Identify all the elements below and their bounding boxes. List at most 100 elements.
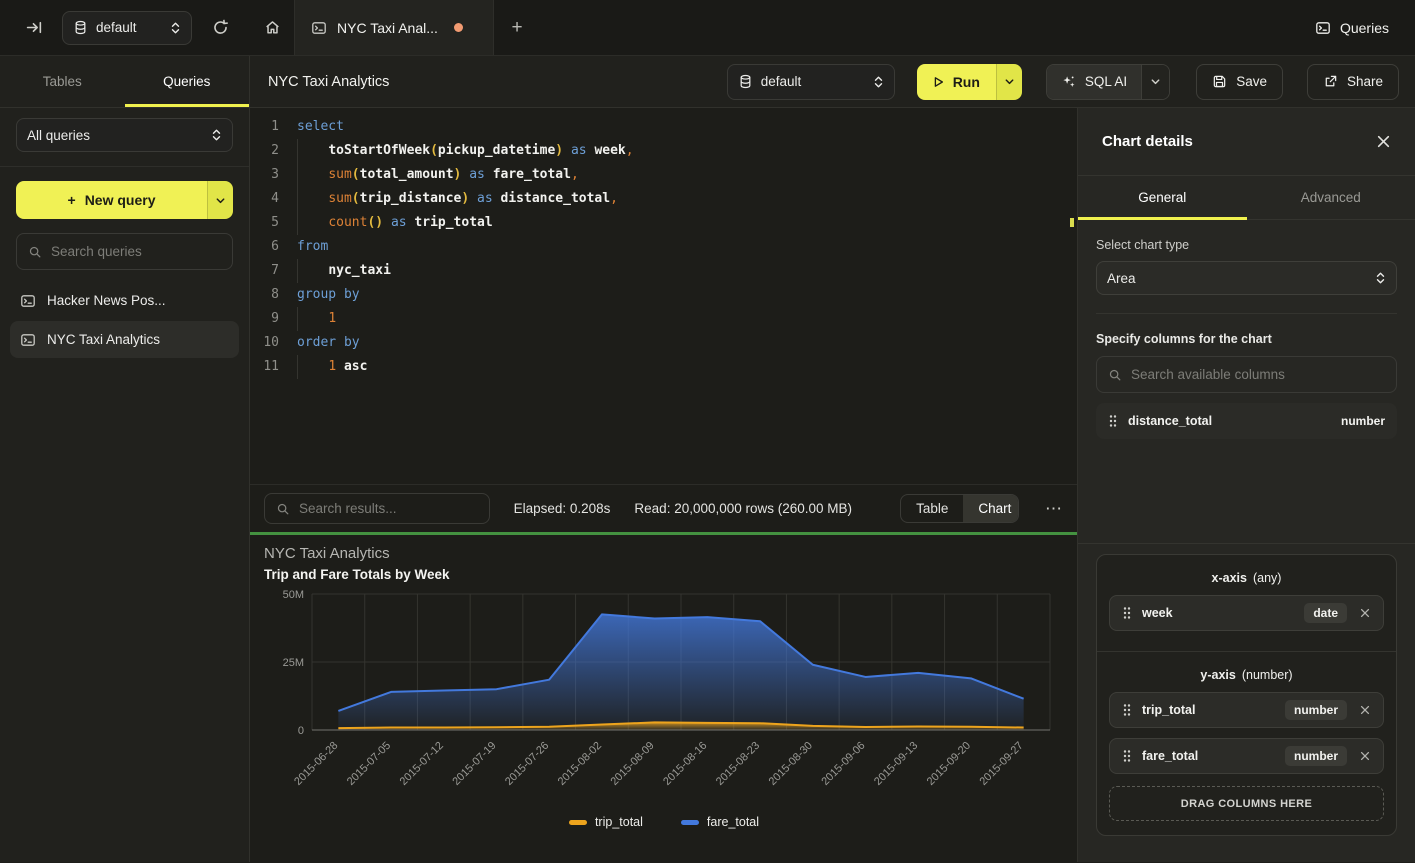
rows-read-stats: Read: 20,000,000 rows (260.00 MB) bbox=[634, 501, 852, 516]
column-name: distance_total bbox=[1128, 414, 1331, 428]
chart-details-header: Chart details bbox=[1078, 108, 1415, 176]
table-view-button[interactable]: Table bbox=[901, 495, 963, 522]
code-content: order by bbox=[294, 331, 360, 355]
drag-handle-icon[interactable] bbox=[1108, 414, 1118, 428]
terminal-icon bbox=[1315, 20, 1331, 36]
updown-chevron-icon bbox=[170, 21, 181, 35]
code-line[interactable]: 11 1 asc bbox=[250, 355, 1077, 379]
sidebar-tab-queries[interactable]: Queries bbox=[125, 56, 250, 107]
svg-text:2015-09-06: 2015-09-06 bbox=[819, 740, 867, 788]
sql-ai-button-group: SQL AI bbox=[1046, 64, 1170, 100]
new-query-button[interactable]: + New query bbox=[16, 181, 207, 219]
share-button[interactable]: Share bbox=[1307, 64, 1399, 100]
general-tab-label: General bbox=[1138, 190, 1186, 205]
svg-text:2015-09-13: 2015-09-13 bbox=[872, 740, 920, 788]
code-line[interactable]: 9 1 bbox=[250, 307, 1077, 331]
home-tab-button[interactable] bbox=[250, 0, 294, 55]
tab-strip: NYC Taxi Anal... + bbox=[250, 0, 540, 55]
code-line[interactable]: 7 nyc_taxi bbox=[250, 259, 1077, 283]
drag-handle-icon[interactable] bbox=[1122, 703, 1132, 717]
chart-view-button[interactable]: Chart bbox=[963, 495, 1019, 522]
database-icon bbox=[73, 20, 88, 35]
chevron-down-icon bbox=[1004, 76, 1015, 87]
collapse-sidebar-icon bbox=[26, 19, 43, 36]
search-results-input[interactable] bbox=[299, 501, 478, 516]
query-item-label: NYC Taxi Analytics bbox=[47, 332, 160, 347]
sql-editor[interactable]: 1select2 toStartOfWeek(pickup_datetime) … bbox=[250, 108, 1077, 485]
more-options-icon[interactable]: ⋯ bbox=[1045, 499, 1063, 519]
area-chart-canvas[interactable]: 025M50M2015-06-282015-07-052015-07-12201… bbox=[264, 586, 1064, 808]
remove-column-icon[interactable] bbox=[1359, 750, 1371, 762]
top-bar: default NYC Taxi Anal... + Queries bbox=[0, 0, 1415, 56]
legend-item-trip_total[interactable]: trip_total bbox=[569, 815, 643, 829]
new-query-button-group: + New query bbox=[16, 181, 233, 219]
svg-text:2015-08-30: 2015-08-30 bbox=[767, 740, 815, 788]
save-button[interactable]: Save bbox=[1196, 64, 1283, 100]
remove-column-icon[interactable] bbox=[1359, 704, 1371, 716]
code-line[interactable]: 2 toStartOfWeek(pickup_datetime) as week… bbox=[250, 139, 1077, 163]
sql-ai-options-button[interactable] bbox=[1141, 65, 1169, 99]
search-columns-input[interactable] bbox=[1131, 367, 1385, 382]
chart-type-select[interactable]: Area bbox=[1096, 261, 1397, 295]
run-button[interactable]: Run bbox=[917, 64, 996, 100]
run-options-button[interactable] bbox=[996, 64, 1022, 100]
collapse-sidebar-button[interactable] bbox=[20, 14, 48, 42]
code-line[interactable]: 5 count() as trip_total bbox=[250, 211, 1077, 235]
column-row-trip_total[interactable]: trip_totalnumber bbox=[1109, 692, 1384, 728]
plus-icon: + bbox=[511, 17, 522, 39]
drop-zone[interactable]: DRAG COLUMNS HERE bbox=[1109, 786, 1384, 821]
column-type-badge: number bbox=[1285, 700, 1347, 720]
plus-icon: + bbox=[68, 192, 76, 208]
code-content: sum(trip_distance) as distance_total, bbox=[294, 187, 618, 211]
run-database-value: default bbox=[761, 74, 865, 89]
code-line[interactable]: 6from bbox=[250, 235, 1077, 259]
close-panel-button[interactable] bbox=[1376, 134, 1391, 149]
code-content: toStartOfWeek(pickup_datetime) as week, bbox=[294, 139, 634, 163]
code-line[interactable]: 8group by bbox=[250, 283, 1077, 307]
tab-nyc-taxi-analytics[interactable]: NYC Taxi Anal... bbox=[294, 0, 494, 55]
tab-general[interactable]: General bbox=[1078, 176, 1247, 219]
chart-subtitle: Trip and Fare Totals by Week bbox=[264, 567, 1063, 582]
queries-panel-button[interactable]: Queries bbox=[1315, 20, 1389, 36]
sql-ai-label: SQL AI bbox=[1085, 74, 1127, 89]
code-line[interactable]: 1select bbox=[250, 115, 1077, 139]
sidebar-filter-section: All queries bbox=[0, 108, 249, 167]
column-row-week[interactable]: weekdate bbox=[1109, 595, 1384, 631]
code-line[interactable]: 10order by bbox=[250, 331, 1077, 355]
legend-item-fare_total[interactable]: fare_total bbox=[681, 815, 759, 829]
query-list-item[interactable]: Hacker News Pos... bbox=[10, 282, 239, 319]
search-icon bbox=[1108, 368, 1122, 382]
query-list-item[interactable]: NYC Taxi Analytics bbox=[10, 321, 239, 358]
refresh-button[interactable] bbox=[206, 14, 234, 42]
queries-filter-select[interactable]: All queries bbox=[16, 118, 233, 152]
new-query-options-button[interactable] bbox=[207, 181, 233, 219]
sidebar-tab-tables[interactable]: Tables bbox=[0, 56, 125, 107]
x-axis-columns: weekdate bbox=[1109, 595, 1384, 631]
chart-title: NYC Taxi Analytics bbox=[264, 545, 1063, 562]
code-content: select bbox=[294, 115, 344, 139]
run-database-selector[interactable]: default bbox=[727, 64, 895, 100]
overview-ruler-mark bbox=[1070, 218, 1074, 227]
panel-spacer bbox=[1078, 439, 1415, 543]
code-line[interactable]: 3 sum(total_amount) as fare_total, bbox=[250, 163, 1077, 187]
tab-advanced[interactable]: Advanced bbox=[1247, 176, 1415, 219]
drag-handle-icon[interactable] bbox=[1122, 749, 1132, 763]
share-button-label: Share bbox=[1347, 74, 1383, 89]
legend-swatch bbox=[681, 820, 699, 825]
sql-ai-button[interactable]: SQL AI bbox=[1047, 65, 1141, 99]
column-name: fare_total bbox=[1142, 749, 1275, 763]
panel-bottom-gap bbox=[1078, 836, 1415, 862]
database-selector[interactable]: default bbox=[62, 11, 192, 45]
remove-column-icon[interactable] bbox=[1359, 607, 1371, 619]
new-tab-button[interactable]: + bbox=[494, 0, 540, 55]
line-number: 3 bbox=[250, 163, 294, 187]
page-title: NYC Taxi Analytics bbox=[268, 74, 389, 90]
code-line[interactable]: 4 sum(trip_distance) as distance_total, bbox=[250, 187, 1077, 211]
column-row-distance_total[interactable]: distance_totalnumber bbox=[1096, 403, 1397, 439]
column-row-fare_total[interactable]: fare_totalnumber bbox=[1109, 738, 1384, 774]
unsaved-changes-dot bbox=[454, 23, 463, 32]
close-icon bbox=[1376, 134, 1391, 149]
search-queries-input[interactable] bbox=[51, 244, 221, 259]
y-axis-hint: (number) bbox=[1242, 668, 1293, 682]
drag-handle-icon[interactable] bbox=[1122, 606, 1132, 620]
